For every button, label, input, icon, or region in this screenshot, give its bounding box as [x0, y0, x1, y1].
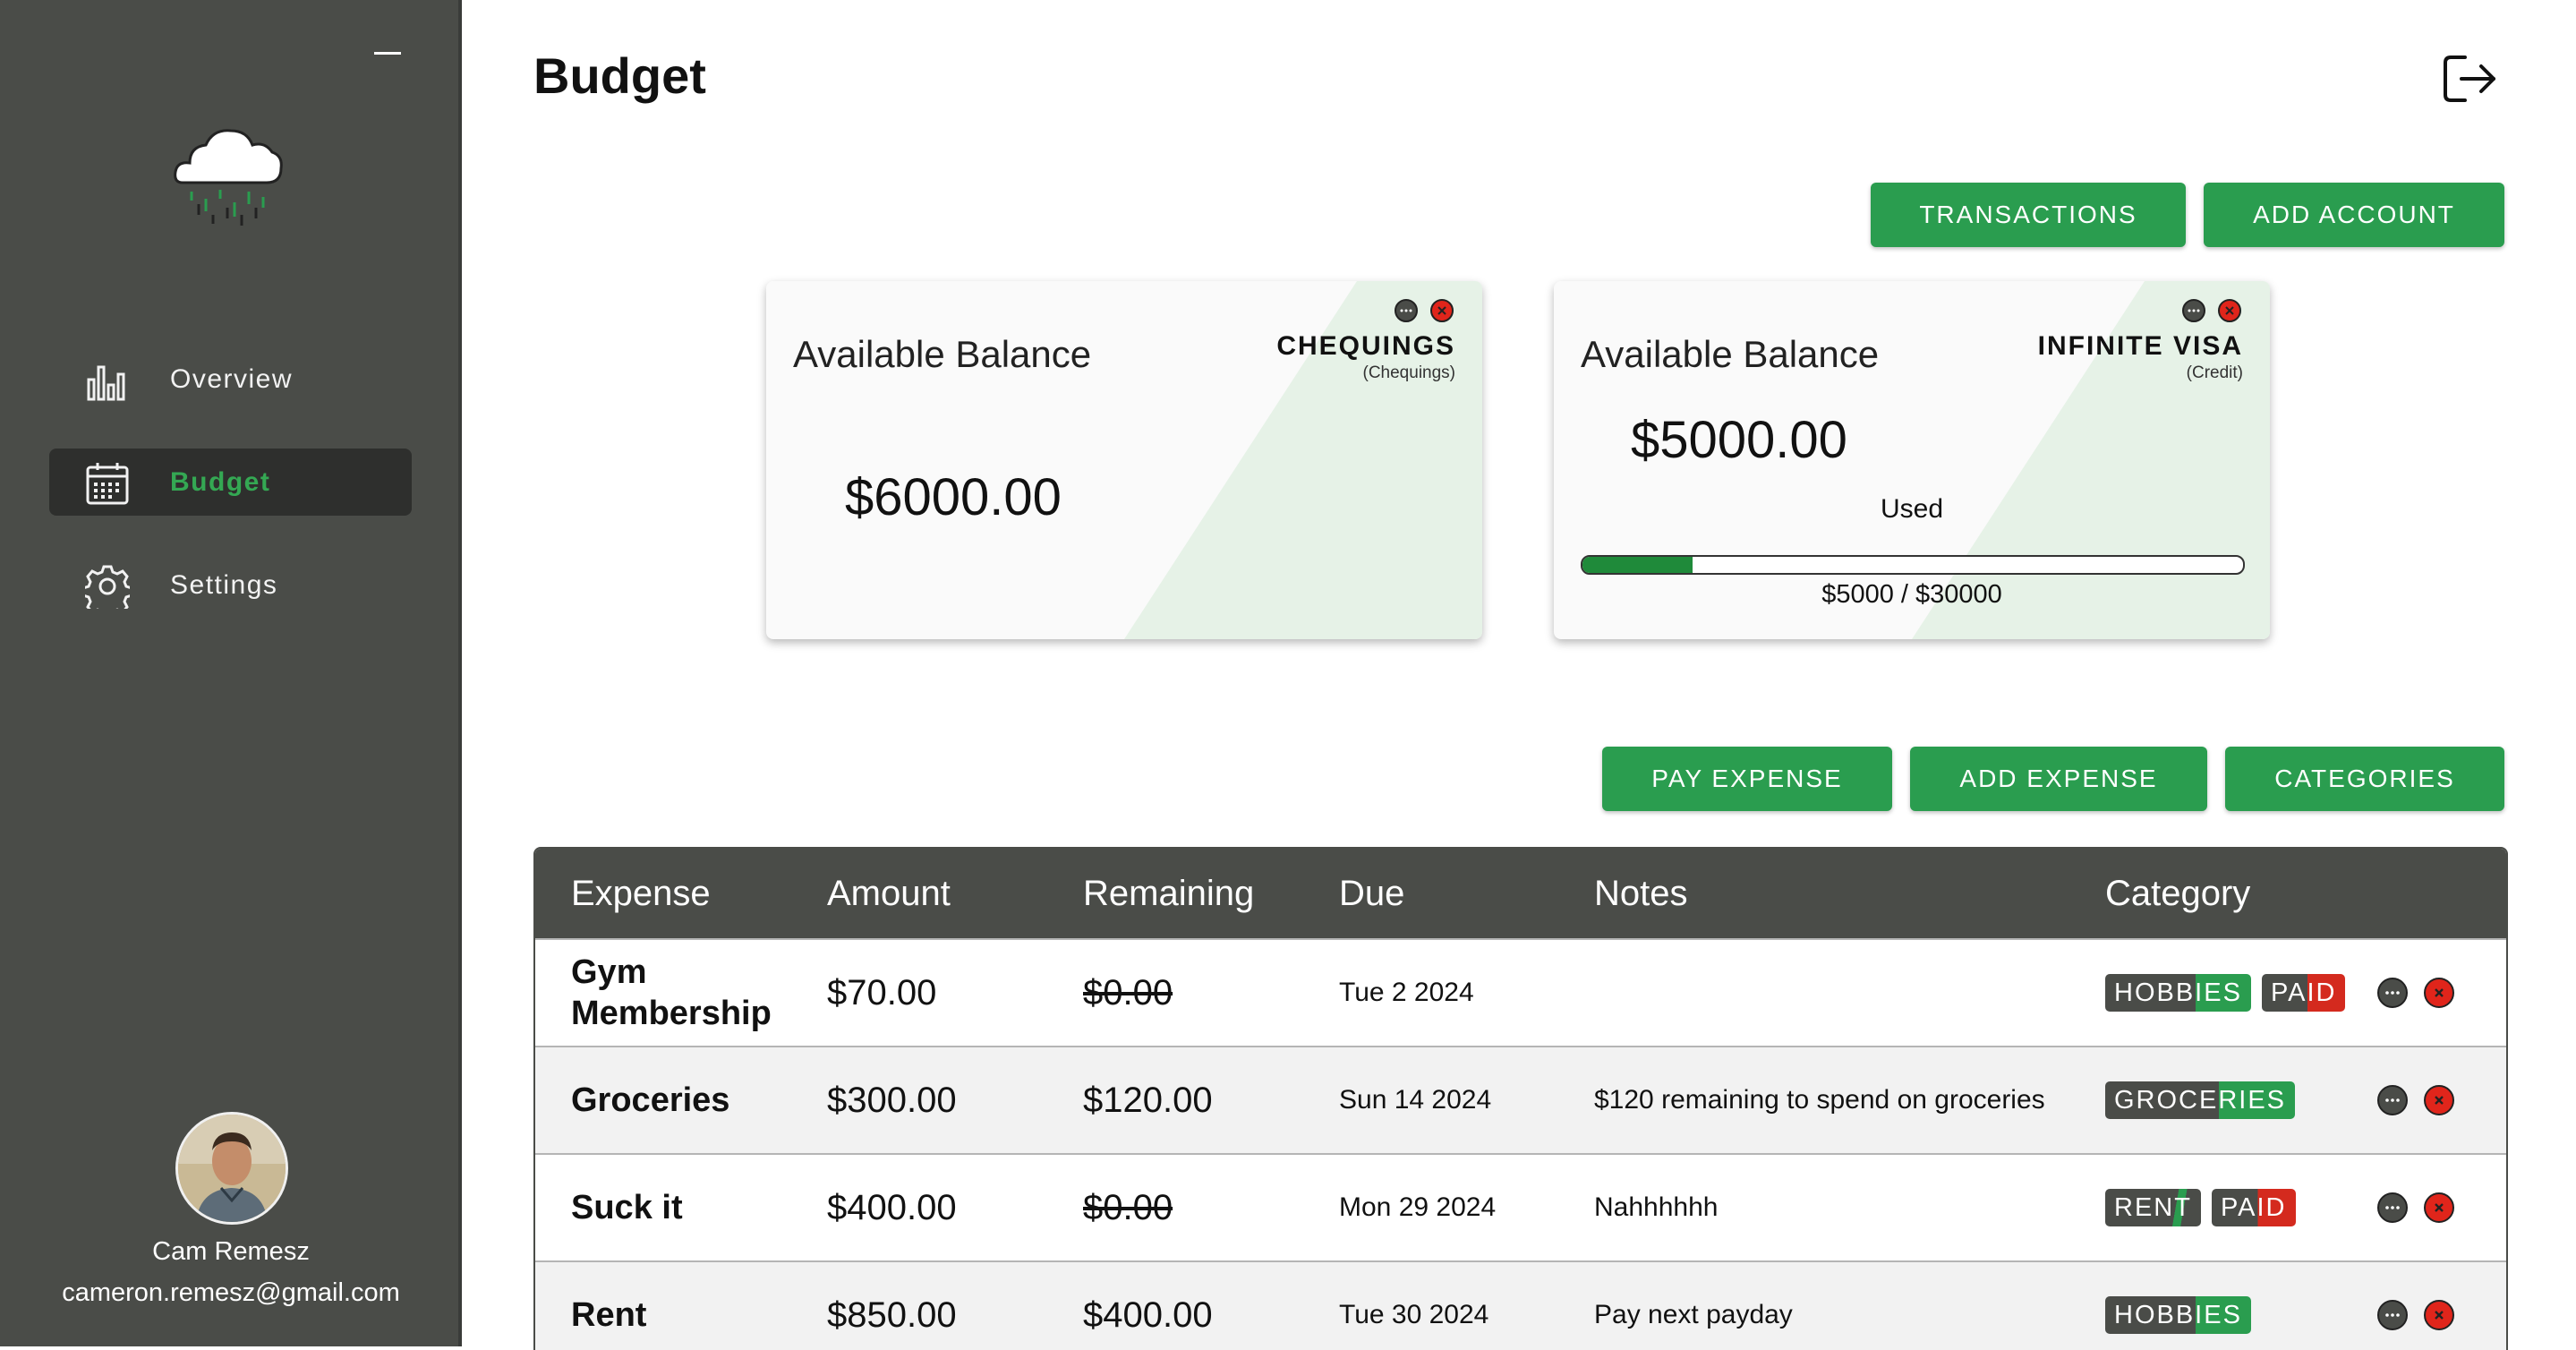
category-badges: RENT PAID — [2105, 1155, 2307, 1260]
delete-icon[interactable] — [2218, 299, 2241, 322]
expense-name: Suck it — [571, 1189, 683, 1226]
expense-name: Gym Membership — [571, 953, 772, 1032]
category-badges: HOBBIES — [2105, 1262, 2262, 1350]
header-expense: Expense — [571, 874, 711, 913]
row-actions — [2377, 1047, 2454, 1153]
account-card-chequings[interactable]: Available Balance CHEQUINGS (Chequings) … — [766, 281, 1482, 639]
expense-name: Rent — [571, 1296, 647, 1334]
sidebar: Overview Budget Settings Cam Remesz came… — [0, 0, 462, 1346]
more-options-icon[interactable] — [1395, 299, 1418, 322]
nav-item-overview[interactable]: Overview — [49, 346, 412, 413]
category-badges: HOBBIES PAID — [2105, 940, 2356, 1046]
delete-icon[interactable] — [1430, 299, 1454, 322]
user-photo — [178, 1115, 286, 1222]
delete-icon[interactable] — [2424, 978, 2454, 1008]
expense-remaining: $120.00 — [1083, 1080, 1213, 1120]
header-amount: Amount — [827, 874, 951, 913]
expense-remaining: $0.00 — [1083, 1187, 1173, 1227]
gear-icon — [85, 565, 130, 609]
header-category: Category — [2105, 874, 2251, 913]
account-type: (Chequings) — [1362, 363, 1456, 382]
account-name: CHEQUINGS — [1276, 331, 1455, 361]
avatar[interactable] — [175, 1112, 288, 1225]
delete-icon[interactable] — [2424, 1085, 2454, 1115]
bar-chart-icon — [87, 365, 125, 401]
category-badge: PAID — [2211, 1189, 2296, 1226]
page-title: Budget — [533, 47, 706, 104]
expense-due: Mon 29 2024 — [1339, 1192, 1497, 1222]
credit-usage-bar — [1581, 555, 2245, 575]
table-row[interactable]: Groceries $300.00 $120.00 Sun 14 2024 $120 r… — [535, 1046, 2506, 1153]
balance-label: Available Balance — [793, 333, 1092, 375]
expense-amount: $850.00 — [827, 1294, 957, 1335]
table-row[interactable]: Rent $850.00 $400.00 Tue 30 2024 Pay next pa… — [535, 1260, 2506, 1350]
transactions-button[interactable]: TRANSACTIONS — [1871, 183, 2186, 247]
header-notes: Notes — [1594, 874, 1688, 913]
expense-notes: Nahhhhhh — [1594, 1192, 1719, 1222]
table-row[interactable]: Suck it $400.00 $0.00 Mon 29 2024 Nahhhhhh RE… — [535, 1153, 2506, 1260]
delete-icon[interactable] — [2424, 1192, 2454, 1223]
account-name-block: CHEQUINGS (Chequings) — [1276, 331, 1455, 383]
delete-icon[interactable] — [2424, 1300, 2454, 1330]
account-name-block: INFINITE VISA (Credit) — [2038, 331, 2243, 383]
nav-label-settings: Settings — [170, 569, 278, 600]
row-actions — [2377, 1262, 2454, 1350]
expense-remaining: $400.00 — [1083, 1294, 1213, 1335]
expense-amount: $400.00 — [827, 1187, 957, 1227]
expense-due: Tue 2 2024 — [1339, 978, 1474, 1007]
calendar-icon — [86, 463, 129, 505]
account-card-infinite-visa[interactable]: Available Balance INFINITE VISA (Credit)… — [1554, 281, 2270, 639]
pay-expense-button[interactable]: PAY EXPENSE — [1602, 747, 1892, 811]
expense-table: Expense Amount Remaining Due Notes Categ… — [533, 847, 2508, 1350]
nav-item-budget[interactable]: Budget — [49, 449, 412, 516]
nav-label-overview: Overview — [170, 363, 294, 394]
account-type: (Credit) — [2186, 363, 2243, 382]
category-badge: PAID — [2261, 974, 2346, 1012]
credit-usage-fill — [1582, 557, 1693, 573]
category-badge: RENT — [2105, 1189, 2201, 1226]
account-name: INFINITE VISA — [2037, 331, 2243, 361]
user-name: Cam Remesz — [152, 1237, 310, 1266]
expense-amount: $70.00 — [827, 972, 937, 1012]
expense-amount: $300.00 — [827, 1080, 957, 1120]
expense-notes: Pay next payday — [1594, 1300, 1793, 1329]
more-options-icon[interactable] — [2377, 1300, 2408, 1330]
expense-name: Groceries — [571, 1081, 730, 1119]
header-remaining: Remaining — [1083, 874, 1255, 913]
category-badge: HOBBIES — [2105, 1296, 2251, 1334]
logout-icon[interactable] — [2442, 54, 2499, 104]
category-badges: GROCERIES — [2105, 1047, 2306, 1153]
header-due: Due — [1339, 874, 1405, 913]
expense-due: Tue 30 2024 — [1339, 1300, 1489, 1329]
expense-notes: $120 remaining to spend on groceries — [1594, 1085, 2045, 1115]
user-email: cameron.remesz@gmail.com — [62, 1278, 400, 1307]
nav-label-budget: Budget — [170, 466, 271, 497]
more-options-icon[interactable] — [2377, 1085, 2408, 1115]
credit-usage-text: $5000 / $30000 — [1821, 580, 2002, 609]
nav-item-settings[interactable]: Settings — [49, 551, 412, 619]
row-actions — [2377, 1155, 2454, 1260]
expense-remaining: $0.00 — [1083, 972, 1173, 1012]
rain-cloud-logo — [174, 129, 283, 226]
add-expense-button[interactable]: ADD EXPENSE — [1910, 747, 2207, 811]
account-balance: $6000.00 — [845, 468, 1062, 526]
table-header: Expense Amount Remaining Due Notes Categ… — [535, 849, 2506, 938]
more-options-icon[interactable] — [2377, 1192, 2408, 1223]
expense-due: Sun 14 2024 — [1339, 1085, 1492, 1115]
card-actions — [2182, 299, 2241, 322]
category-badge: GROCERIES — [2105, 1081, 2296, 1119]
balance-label: Available Balance — [1581, 333, 1880, 375]
more-options-icon[interactable] — [2182, 299, 2205, 322]
table-row[interactable]: Gym Membership $70.00 $0.00 Tue 2 2024 HOBBI… — [535, 938, 2506, 1046]
row-actions — [2377, 940, 2454, 1046]
category-badge: HOBBIES — [2105, 974, 2251, 1012]
more-options-icon[interactable] — [2377, 978, 2408, 1008]
collapse-sidebar-button[interactable] — [374, 52, 401, 55]
used-label: Used — [1880, 494, 1944, 524]
categories-button[interactable]: CATEGORIES — [2225, 747, 2504, 811]
account-balance: $5000.00 — [1631, 411, 1847, 469]
add-account-button[interactable]: ADD ACCOUNT — [2204, 183, 2504, 247]
card-actions — [1395, 299, 1454, 322]
